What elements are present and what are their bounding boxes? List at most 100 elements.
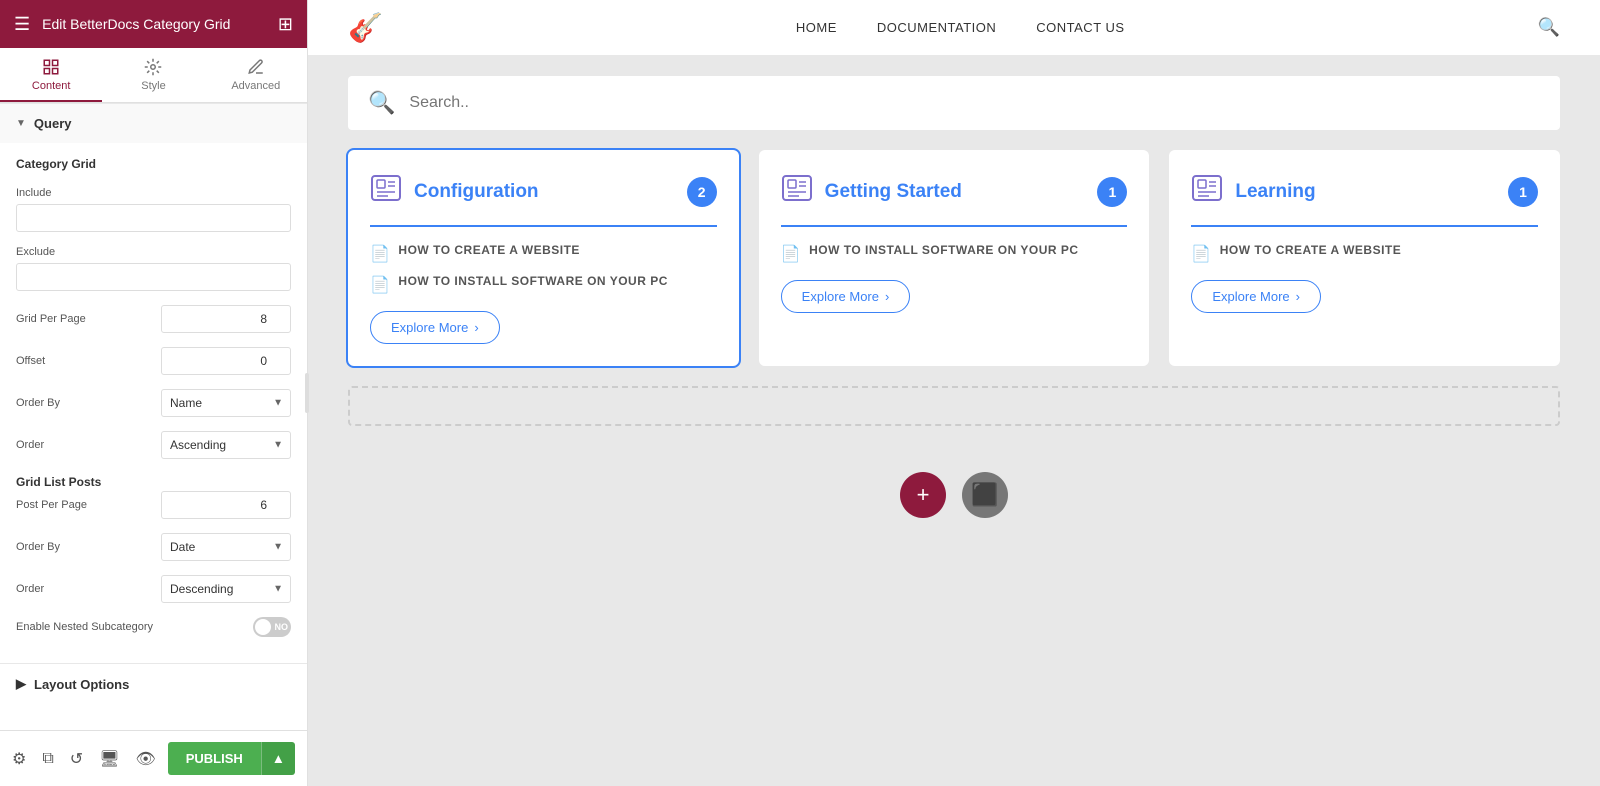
- card-learning-doc-item: 📄 HOW TO CREATE A WEBSITE: [1191, 243, 1538, 264]
- include-input[interactable]: [16, 204, 291, 232]
- card-learning-title: Learning: [1235, 181, 1315, 203]
- layout-arrow-icon: ▶: [16, 676, 26, 692]
- getting-started-doc-icon: 📄: [781, 244, 801, 264]
- explore-more-button-learning[interactable]: Explore More ›: [1191, 280, 1321, 313]
- content-icon: [42, 58, 60, 76]
- order-label: Order: [16, 439, 44, 451]
- post-per-page-label: Post Per Page: [16, 499, 87, 511]
- grid-order-row: Order Descending Ascending ▼: [16, 575, 291, 603]
- grid-icon[interactable]: ⊞: [278, 14, 293, 35]
- order-by-select[interactable]: Name Date ID: [161, 389, 291, 417]
- offset-input[interactable]: [161, 347, 291, 375]
- grid-per-page-input[interactable]: [161, 305, 291, 333]
- card-getting-started[interactable]: Getting Started 1 📄 HOW TO INSTALL SOFTW…: [759, 150, 1150, 366]
- post-per-page-input[interactable]: [161, 491, 291, 519]
- nav-link-documentation[interactable]: DOCUMENTATION: [877, 20, 996, 35]
- query-section-header[interactable]: ▼ Query: [0, 103, 307, 143]
- dashed-section: [348, 386, 1560, 426]
- card-getting-started-doc-item: 📄 HOW TO INSTALL SOFTWARE ON YOUR PC: [781, 243, 1128, 264]
- grid-order-label: Order: [16, 583, 44, 595]
- order-select[interactable]: Ascending Descending: [161, 431, 291, 459]
- configuration-icon: [370, 172, 402, 211]
- resize-handle[interactable]: [301, 0, 313, 786]
- panel-body: ▼ Query Category Grid Include Exclude Gr…: [0, 103, 307, 786]
- publish-btn-wrap: PUBLISH ▲: [168, 742, 295, 775]
- card-learning-badge: 1: [1508, 177, 1538, 207]
- hamburger-icon[interactable]: ☰: [14, 14, 30, 35]
- cards-row: Configuration 2 📄 HOW TO CREATE A WEBSIT…: [348, 150, 1560, 366]
- resize-handle-bar: [305, 373, 309, 413]
- explore-more-button-getting-started[interactable]: Explore More ›: [781, 280, 911, 313]
- card-learning[interactable]: Learning 1 📄 HOW TO CREATE A WEBSITE Exp…: [1169, 150, 1560, 366]
- card-getting-started-docs: 📄 HOW TO INSTALL SOFTWARE ON YOUR PC: [781, 243, 1128, 264]
- grid-list-posts-section: Grid List Posts: [16, 473, 291, 491]
- section-settings-button[interactable]: ⬛: [962, 472, 1008, 518]
- top-nav: 🎸 HOME DOCUMENTATION CONTACT US 🔍: [308, 0, 1600, 56]
- right-area: 🎸 HOME DOCUMENTATION CONTACT US 🔍 🔍: [308, 0, 1600, 786]
- nav-logo: 🎸: [348, 11, 383, 44]
- learning-icon: [1191, 172, 1223, 211]
- nested-subcategory-row: Enable Nested Subcategory NO: [16, 617, 291, 637]
- exclude-group: Exclude: [16, 246, 291, 291]
- advanced-icon: [247, 58, 265, 76]
- layers-icon[interactable]: ⧉: [42, 750, 53, 768]
- grid-order-by-select-wrap: Date Name ID ▼: [161, 533, 291, 561]
- doc-icon-1: 📄: [370, 244, 390, 264]
- offset-row: Offset: [16, 347, 291, 375]
- add-section-button[interactable]: +: [900, 472, 946, 518]
- explore-more-button-configuration[interactable]: Explore More ›: [370, 311, 500, 344]
- style-icon: [144, 58, 162, 76]
- nested-label: Enable Nested Subcategory: [16, 621, 153, 633]
- tab-advanced[interactable]: Advanced: [205, 48, 307, 102]
- learning-doc-icon: 📄: [1191, 244, 1211, 264]
- layout-section-header[interactable]: ▶ Layout Options: [0, 663, 307, 704]
- card-learning-header: Learning 1: [1191, 172, 1538, 227]
- card-getting-started-badge: 1: [1097, 177, 1127, 207]
- undo-icon[interactable]: ↺: [70, 749, 83, 769]
- desktop-icon[interactable]: 🖥: [99, 749, 119, 769]
- search-input[interactable]: [409, 94, 1540, 112]
- tab-content[interactable]: Content: [0, 48, 102, 102]
- panel-tabs: Content Style Advanced: [0, 48, 307, 103]
- panel-bottom: ⚙ ⧉ ↺ 🖥 👁 PUBLISH ▲: [0, 730, 307, 786]
- grid-order-by-select[interactable]: Date Name ID: [161, 533, 291, 561]
- card-getting-started-header: Getting Started 1: [781, 172, 1128, 227]
- category-grid-title-group: Category Grid: [16, 155, 291, 173]
- grid-order-by-row: Order By Date Name ID ▼: [16, 533, 291, 561]
- card-configuration-badge: 2: [687, 177, 717, 207]
- search-bar: 🔍: [348, 76, 1560, 130]
- publish-button[interactable]: PUBLISH: [168, 742, 261, 775]
- card-configuration-title: Configuration: [414, 181, 539, 203]
- settings-icon[interactable]: ⚙: [12, 749, 26, 769]
- search-bar-icon: 🔍: [368, 90, 395, 116]
- exclude-label: Exclude: [16, 246, 291, 258]
- publish-arrow-button[interactable]: ▲: [261, 742, 295, 775]
- query-form-section: Category Grid Include Exclude Grid Per P…: [0, 143, 307, 663]
- post-per-page-row: Post Per Page: [16, 491, 291, 519]
- offset-label: Offset: [16, 355, 45, 367]
- nav-link-contact[interactable]: CONTACT US: [1036, 20, 1124, 35]
- nested-toggle[interactable]: NO: [253, 617, 291, 637]
- order-row: Order Ascending Descending ▼: [16, 431, 291, 459]
- nav-link-home[interactable]: HOME: [796, 20, 837, 35]
- doc-icon-2: 📄: [370, 275, 390, 295]
- card-configuration-docs: 📄 HOW TO CREATE A WEBSITE 📄 HOW TO INSTA…: [370, 243, 717, 295]
- bottom-icons: ⚙ ⧉ ↺ 🖥 👁: [12, 749, 156, 769]
- panel-header: ☰ Edit BetterDocs Category Grid ⊞: [0, 0, 307, 48]
- category-grid-label: Category Grid: [16, 157, 96, 171]
- panel-title: Edit BetterDocs Category Grid: [42, 16, 230, 32]
- tab-style[interactable]: Style: [102, 48, 204, 102]
- main-content: 🔍 Co: [308, 56, 1600, 786]
- card-doc-item-2: 📄 HOW TO INSTALL SOFTWARE ON YOUR PC: [370, 274, 717, 295]
- include-label: Include: [16, 187, 291, 199]
- panel-header-left: ☰ Edit BetterDocs Category Grid: [14, 14, 230, 35]
- grid-per-page-row: Grid Per Page: [16, 305, 291, 333]
- nav-search-icon[interactable]: 🔍: [1538, 17, 1560, 38]
- grid-order-select[interactable]: Descending Ascending: [161, 575, 291, 603]
- order-by-label: Order By: [16, 397, 60, 409]
- card-configuration-header: Configuration 2: [370, 172, 717, 227]
- card-configuration[interactable]: Configuration 2 📄 HOW TO CREATE A WEBSIT…: [348, 150, 739, 366]
- order-by-select-wrap: Name Date ID ▼: [161, 389, 291, 417]
- eye-icon[interactable]: 👁: [136, 749, 156, 769]
- exclude-input[interactable]: [16, 263, 291, 291]
